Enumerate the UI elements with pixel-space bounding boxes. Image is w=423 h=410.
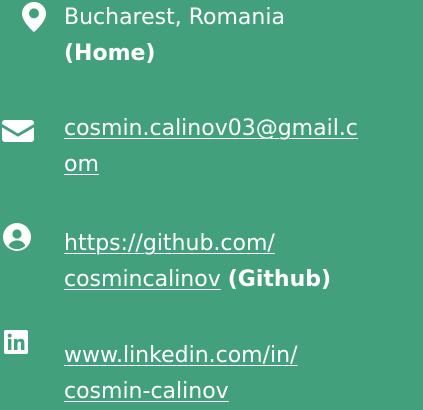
user-circle-icon bbox=[3, 223, 31, 251]
github-note: (Github) bbox=[227, 267, 332, 292]
email-link-line2: om bbox=[64, 152, 99, 177]
linkedin-text: www.linkedin.com/in/cosmin-calinov bbox=[64, 338, 404, 410]
github-link-line2: cosmincalinov bbox=[64, 267, 221, 292]
contact-list: Bucharest, Romania (Home) cosmin.calinov… bbox=[0, 0, 423, 407]
linkedin-link-line2: cosmin-calinov bbox=[64, 379, 229, 404]
email-link-line1: cosmin.calinov03@gmail.c bbox=[64, 116, 358, 141]
linkedin-link-line1: www.linkedin.com/in/ bbox=[64, 343, 298, 368]
linkedin-link[interactable]: www.linkedin.com/in/cosmin-calinov bbox=[64, 343, 298, 404]
location-city: Bucharest, Romania bbox=[64, 5, 285, 30]
map-marker-icon bbox=[22, 2, 46, 32]
github-link-line1: https://github.com/ bbox=[64, 231, 275, 256]
email-link[interactable]: cosmin.calinov03@gmail.c om bbox=[64, 116, 358, 177]
email-text: cosmin.calinov03@gmail.c om bbox=[64, 111, 404, 183]
location-note: (Home) bbox=[64, 41, 156, 66]
location-text: Bucharest, Romania (Home) bbox=[64, 0, 404, 72]
github-text: https://github.com/cosmincalinov (Github… bbox=[64, 226, 404, 298]
envelope-icon bbox=[2, 120, 34, 142]
linkedin-icon bbox=[4, 330, 28, 354]
